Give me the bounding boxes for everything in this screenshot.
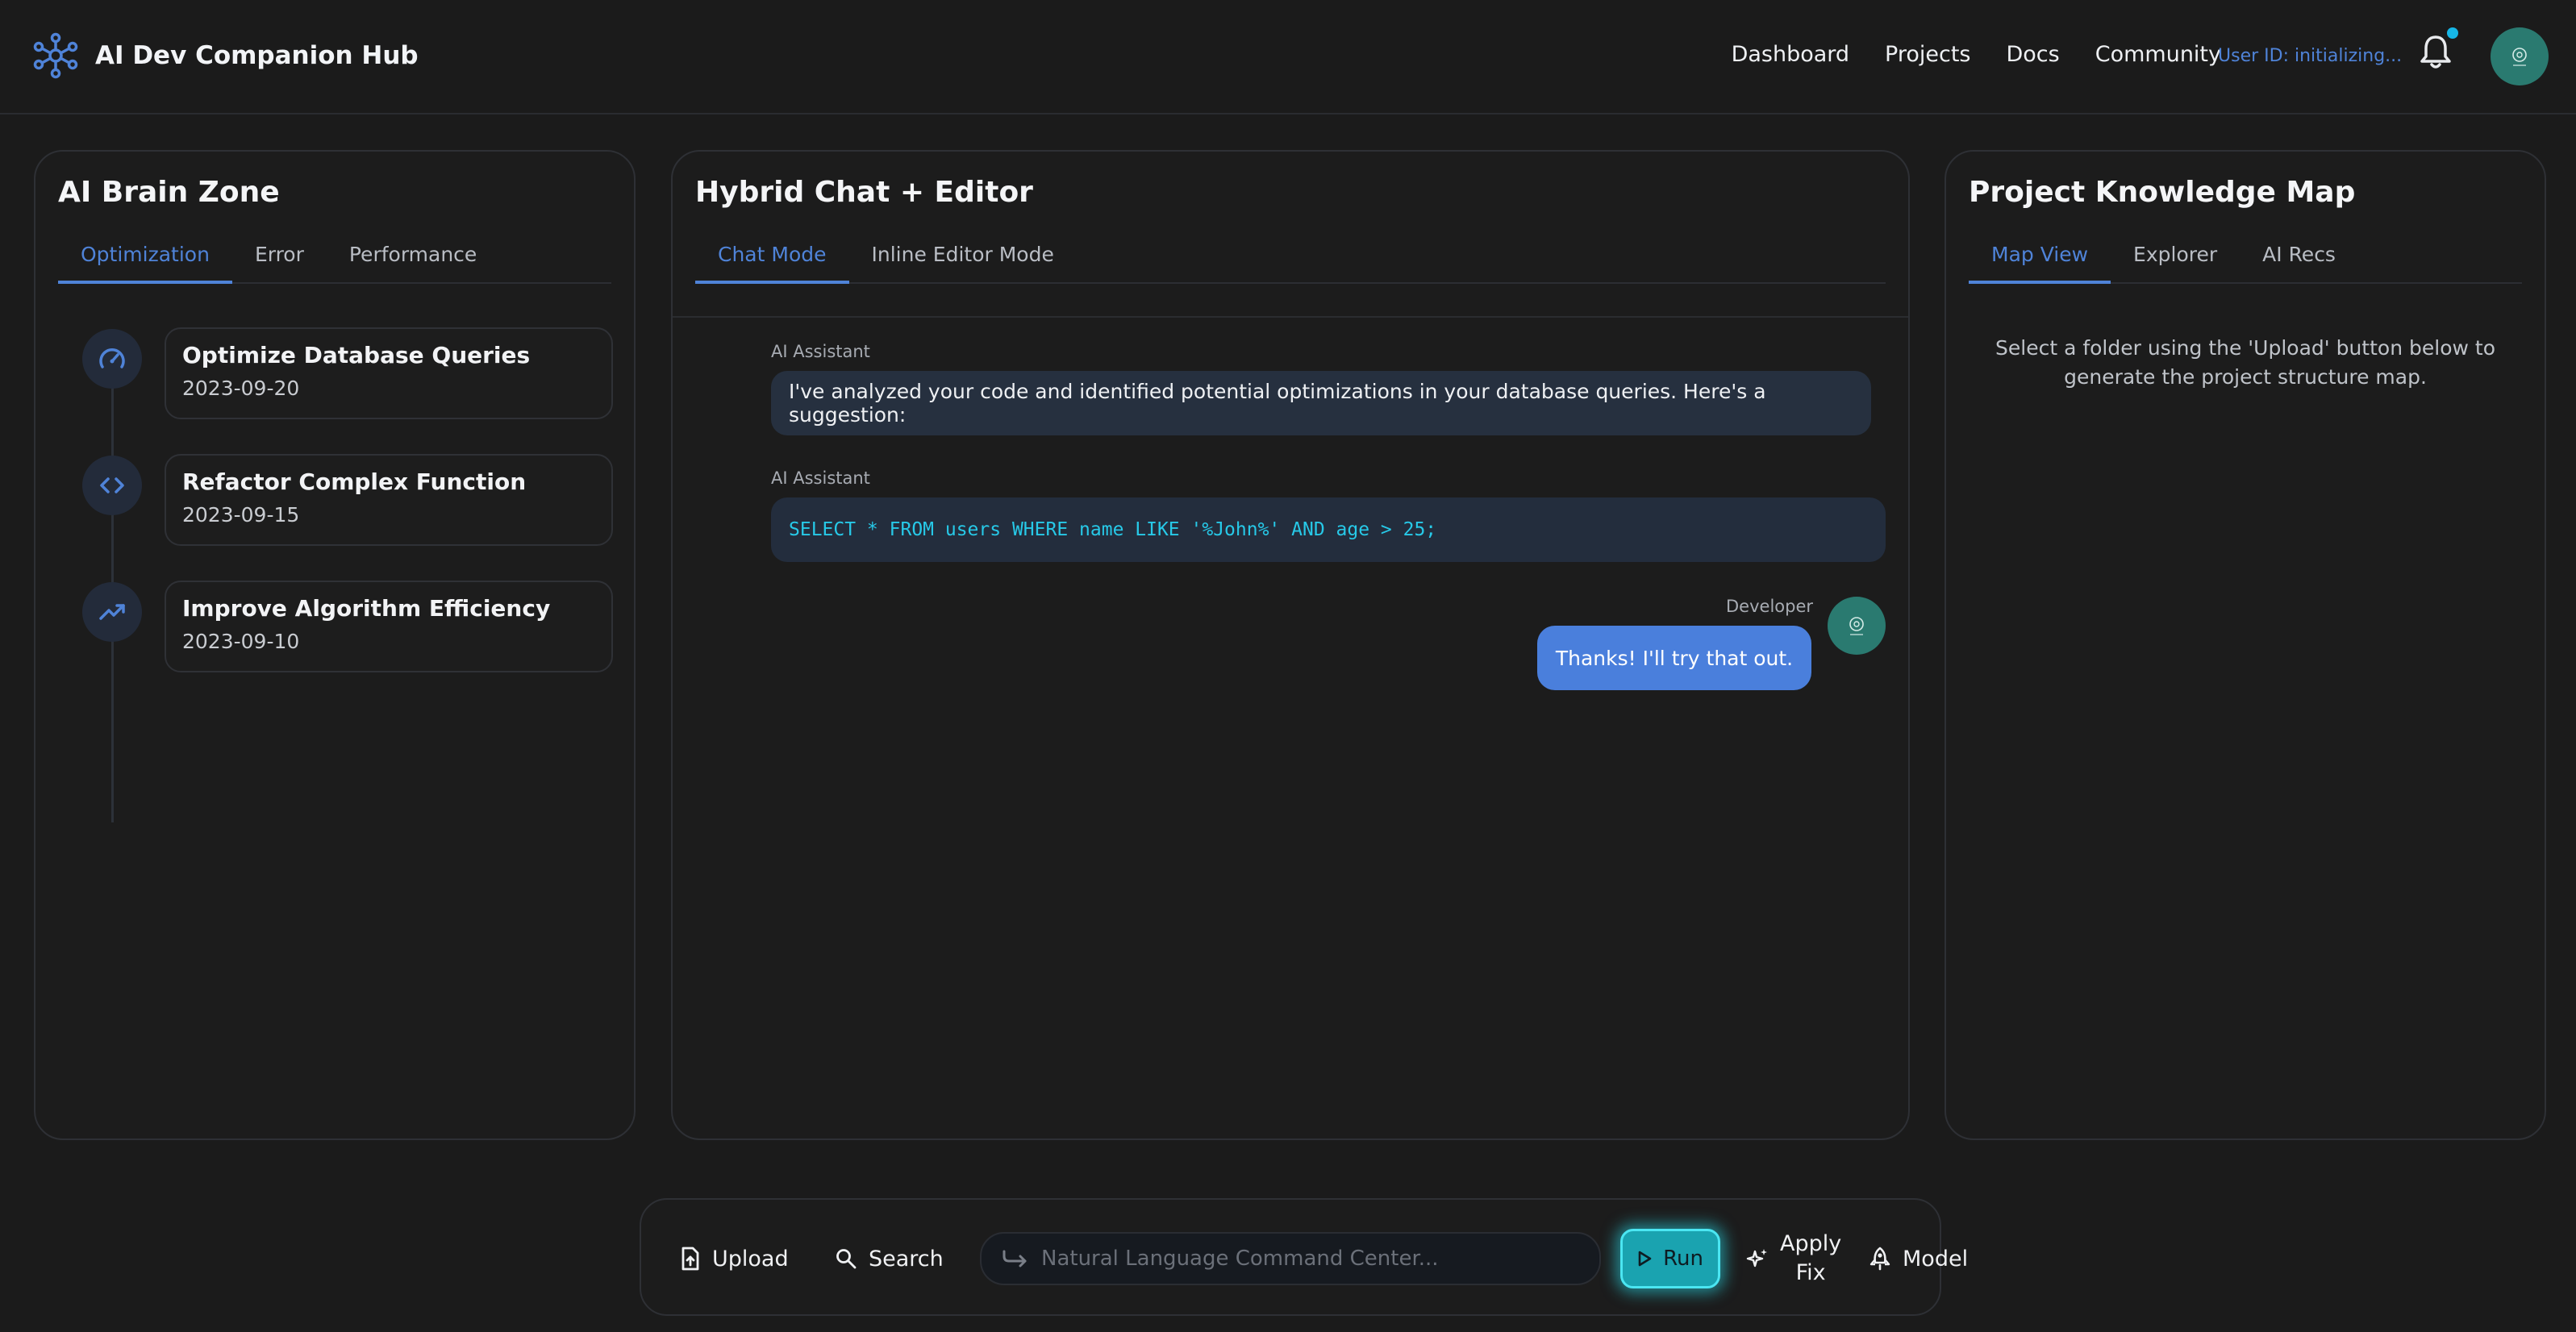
play-icon [1638,1251,1652,1267]
list-item[interactable]: Refactor Complex Function 2023-09-15 [165,454,613,546]
tab-performance[interactable]: Performance [327,237,499,282]
nav-projects[interactable]: Projects [1885,42,1970,67]
list-item[interactable]: Improve Algorithm Efficiency 2023-09-10 [165,581,613,672]
apply-fix-button[interactable]: Apply Fix [1746,1200,1841,1317]
apply-fix-label: Apply Fix [1780,1230,1841,1288]
model-label: Model [1903,1246,1969,1272]
user-avatar[interactable] [2491,27,2549,85]
item-date: 2023-09-15 [182,503,300,527]
knowledge-map-panel: Project Knowledge Map Map View Explorer … [1945,150,2546,1140]
map-tabs: Map View Explorer AI Recs [1969,237,2522,284]
sparkles-icon [1746,1249,1767,1267]
brain-tabs: Optimization Error Performance [58,237,611,284]
tab-map-view[interactable]: Map View [1969,237,2111,284]
developer-avatar [1828,597,1886,655]
map-empty-hint: Select a folder using the 'Upload' butto… [1995,336,2495,389]
upload-button[interactable]: Upload [680,1200,789,1317]
rocket-icon [1869,1247,1890,1271]
code-icon [82,456,142,515]
assistant-message: I've analyzed your code and identified p… [771,371,1871,435]
file-upload-icon [682,1247,699,1271]
developer-message: Thanks! I'll try that out. [1537,626,1811,690]
panel-title: Hybrid Chat + Editor [695,176,1033,209]
item-title: Improve Algorithm Efficiency [182,595,551,622]
avatar-logo-icon [2512,48,2527,66]
message-sender: AI Assistant [771,342,870,361]
main-nav: Dashboard Projects Docs Community [1732,42,2221,67]
divider [673,316,1908,318]
ai-brain-zone-panel: AI Brain Zone Optimization Error Perform… [34,150,636,1140]
command-bar: Upload Search Run Apply Fix [640,1198,1968,1317]
app-title: AI Dev Companion Hub [95,41,419,70]
tab-ai-recs[interactable]: AI Recs [2240,237,2358,282]
brand[interactable]: AI Dev Companion Hub [32,32,419,79]
nav-docs[interactable]: Docs [2007,42,2060,67]
list-item[interactable]: Optimize Database Queries 2023-09-20 [165,327,613,419]
command-input[interactable] [1041,1247,1574,1271]
run-label: Run [1663,1247,1703,1271]
trending-up-icon [82,582,142,642]
tab-error[interactable]: Error [232,237,327,282]
tab-inline-editor-mode[interactable]: Inline Editor Mode [849,237,1077,282]
item-date: 2023-09-10 [182,630,300,653]
nav-community[interactable]: Community [2095,42,2221,67]
speedometer-icon [82,329,142,389]
search-label: Search [869,1246,944,1272]
command-input-wrapper[interactable] [980,1232,1601,1285]
message-sender: Developer [1726,597,1814,616]
top-header: AI Dev Companion Hub Dashboard Projects … [0,0,2576,114]
model-button[interactable]: Model [1869,1200,1968,1317]
chat-tabs: Chat Mode Inline Editor Mode [695,237,1886,284]
apply-fix-label-line1: Apply [1780,1231,1842,1256]
tab-explorer[interactable]: Explorer [2111,237,2240,282]
return-arrow-icon [1002,1250,1027,1267]
tab-chat-mode[interactable]: Chat Mode [695,237,849,284]
run-button[interactable]: Run [1620,1229,1720,1288]
notification-bell-icon[interactable] [2418,32,2453,71]
code-snippet[interactable]: SELECT * FROM users WHERE name LIKE '%Jo… [771,497,1886,562]
network-logo-icon [33,32,78,79]
panel-title: Project Knowledge Map [1969,176,2356,209]
item-date: 2023-09-20 [182,377,300,400]
item-title: Optimize Database Queries [182,342,531,368]
hybrid-chat-panel: Hybrid Chat + Editor Chat Mode Inline Ed… [671,150,1910,1140]
panel-title: AI Brain Zone [58,176,280,209]
item-title: Refactor Complex Function [182,468,527,495]
search-button[interactable]: Search [835,1200,944,1317]
user-id-status: User ID: initializing... [2218,46,2403,66]
message-sender: AI Assistant [771,468,870,488]
timeline-line [111,337,114,822]
apply-fix-label-line2: Fix [1795,1260,1826,1285]
upload-label: Upload [712,1246,789,1272]
avatar-logo-icon [1849,617,1864,635]
search-icon [836,1249,857,1269]
tab-optimization[interactable]: Optimization [58,237,232,284]
nav-dashboard[interactable]: Dashboard [1732,42,1849,67]
notification-badge [2447,27,2458,39]
